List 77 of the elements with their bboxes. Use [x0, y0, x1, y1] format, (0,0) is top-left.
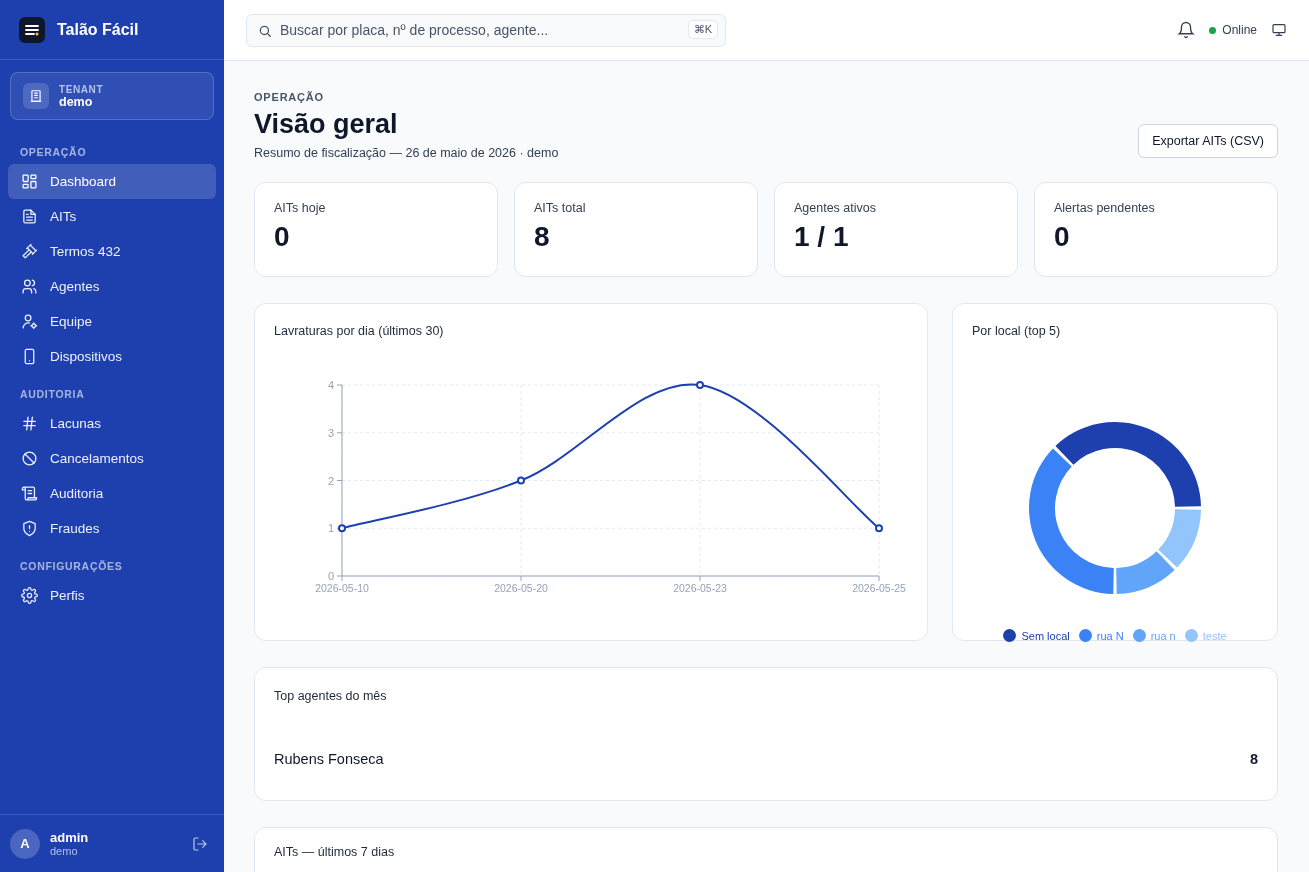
card-title: Top agentes do mês	[274, 689, 388, 703]
y-tick-label: 2	[327, 474, 334, 487]
agent-count: 8	[1249, 751, 1258, 767]
hash-icon	[21, 415, 38, 432]
stat-value: 8	[534, 221, 551, 253]
stat-value: 0	[274, 221, 291, 253]
nav-item[interactable]: Dashboard	[8, 164, 216, 199]
document-icon	[21, 208, 38, 225]
logout-icon[interactable]	[192, 835, 208, 852]
gavel-icon	[21, 243, 38, 260]
user-avatar: A	[10, 828, 40, 859]
x-tick-label: 2026-05-20	[494, 582, 548, 594]
section-heading: AUDITORIA	[19, 387, 86, 402]
data-point	[875, 524, 883, 533]
nav-item[interactable]: Fraudes	[8, 511, 216, 546]
data-point	[696, 381, 704, 389]
stat-value: 0	[1054, 221, 1071, 253]
y-tick-label: 0	[327, 570, 334, 582]
ban-icon	[21, 450, 38, 467]
nav-item[interactable]: Agentes	[8, 269, 216, 304]
nav-item[interactable]: Termos 432	[8, 234, 216, 269]
brand-name: Talão Fácil	[57, 20, 139, 39]
x-tick-label: 2026-05-23	[673, 582, 727, 594]
y-tick-label: 3	[327, 426, 334, 439]
legend-label: teste	[1202, 629, 1227, 642]
tenant-label: TENANT	[59, 83, 104, 95]
chart-title: Lavraturas por dia (últimos 30)	[274, 324, 445, 338]
nav-item[interactable]: Auditoria	[8, 476, 216, 511]
bell-icon[interactable]	[1177, 21, 1196, 39]
data-point	[338, 524, 346, 533]
stat-label: Alertas pendentes	[1054, 201, 1156, 215]
stat-label: AITs total	[534, 201, 587, 215]
stat-value: 1 / 1	[794, 221, 850, 253]
x-tick-label: 2026-05-25	[852, 582, 906, 594]
page-title: Visão geral	[254, 109, 399, 140]
dashboard-icon	[21, 173, 38, 190]
monitor-icon[interactable]	[1271, 22, 1287, 38]
agent-name: Rubens Fonseca	[274, 751, 384, 767]
nav-item[interactable]: Lacunas	[8, 406, 216, 441]
scroll-icon	[21, 485, 38, 502]
legend-label: rua N	[1096, 629, 1124, 642]
nav-item[interactable]: Cancelamentos	[8, 441, 216, 476]
menu-logo-icon	[19, 16, 45, 43]
section-heading: CONFIGURAÇÕES	[19, 559, 124, 574]
legend-dot	[1184, 629, 1198, 642]
legend-dot	[1078, 629, 1092, 642]
chart-title: Por local (top 5)	[972, 324, 1062, 338]
user-gear-icon	[21, 313, 38, 330]
y-tick-label: 1	[327, 522, 334, 535]
stat-label: Agentes ativos	[794, 201, 877, 215]
legend-dot	[1132, 629, 1146, 642]
card-title: AITs — últimos 7 dias	[274, 845, 396, 859]
nav-item[interactable]: Equipe	[8, 304, 216, 339]
users-icon	[21, 278, 38, 295]
y-tick-label: 4	[327, 379, 334, 391]
section-heading: OPERAÇÃO	[19, 145, 88, 160]
stat-label: AITs hoje	[274, 201, 327, 215]
nav-item[interactable]: AITs	[8, 199, 216, 234]
data-point	[517, 476, 525, 485]
user-tenant: demo	[50, 845, 79, 857]
building-icon	[23, 83, 49, 109]
legend-dot	[1003, 629, 1017, 642]
legend-label: rua n	[1150, 629, 1176, 642]
page-subtitle: Resumo de fiscalização — 26 de maio de 2026 · demo	[254, 146, 559, 160]
status-label: Online	[1222, 23, 1257, 37]
settings-icon	[21, 587, 38, 604]
page-eyebrow: OPERAÇÃO	[254, 91, 325, 103]
tenant-card[interactable]: TENANT demo	[10, 72, 214, 120]
search-icon	[258, 23, 272, 38]
nav-item[interactable]: Perfis	[8, 578, 216, 613]
tenant-name: demo	[59, 94, 94, 109]
x-tick-label: 2026-05-10	[315, 582, 369, 594]
nav-item[interactable]: Dispositivos	[8, 339, 216, 374]
user-name: admin	[50, 830, 89, 845]
export-button[interactable]: Exportar AITs (CSV)	[1138, 124, 1278, 158]
shield-icon	[21, 520, 38, 537]
legend-label: Sem local	[1021, 629, 1070, 642]
